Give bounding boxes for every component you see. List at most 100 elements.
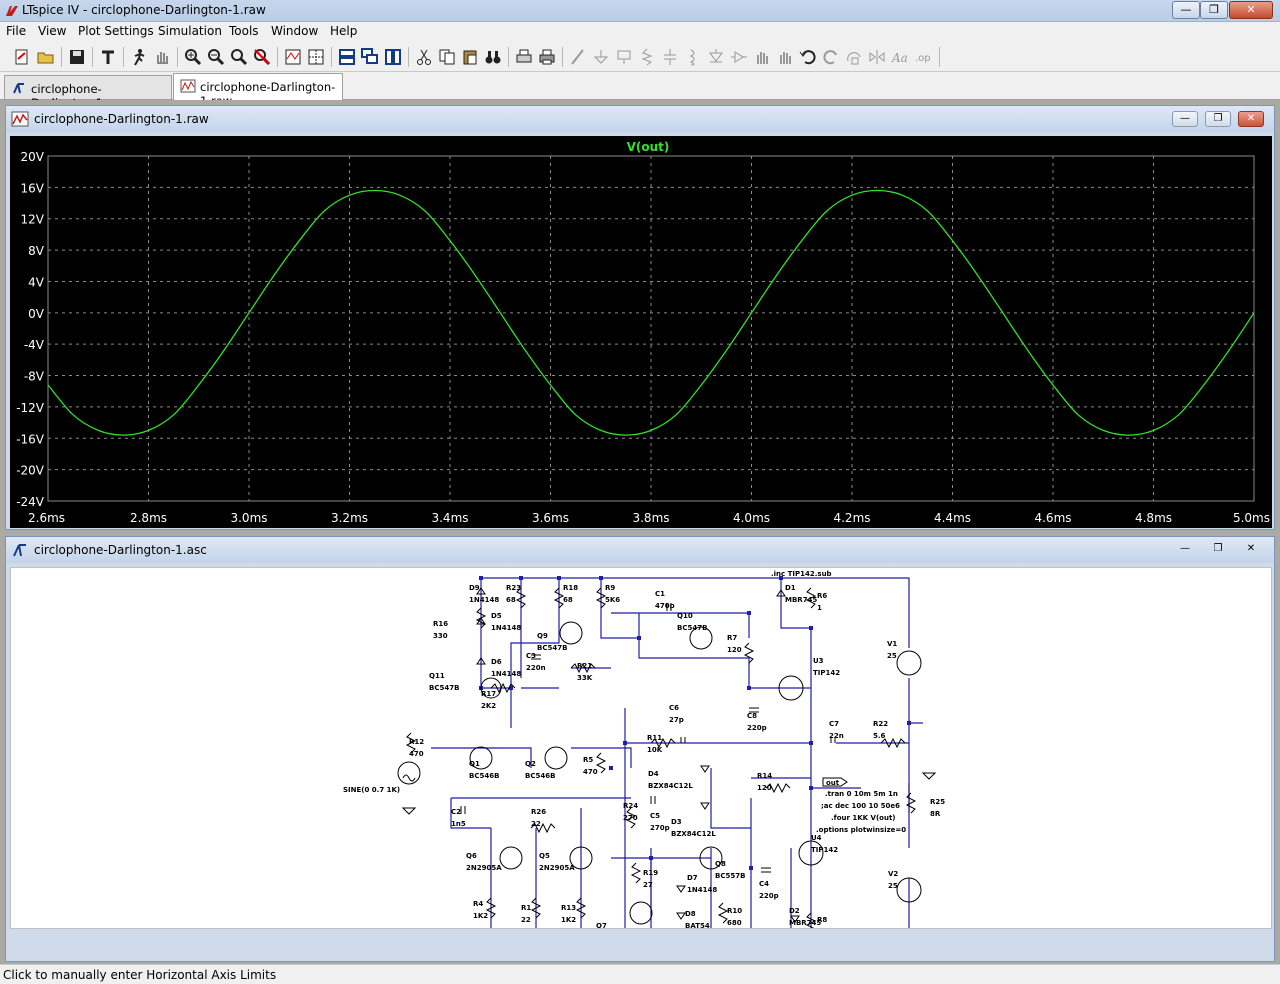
component-d7[interactable]: D7 1N4148 [687,874,717,894]
component-c2[interactable]: C2 1n5 [451,808,466,828]
find-icon[interactable] [483,47,503,67]
component-q10[interactable]: Q10 BC547B [677,612,707,632]
y-tick-label[interactable]: -20V [16,464,45,478]
component-c1[interactable]: C1 470p [655,590,675,610]
tile-vertical-icon[interactable] [383,47,403,67]
component-c4[interactable]: C4 220p [759,880,779,900]
y-tick-label[interactable]: -12V [16,401,45,415]
drag-icon[interactable] [775,47,795,67]
component-d8[interactable]: D8 BAT54 [685,910,710,929]
schematic-close-button[interactable]: ✕ [1238,542,1264,558]
zoom-in-icon[interactable] [183,47,203,67]
waveform-minimize-button[interactable]: — [1172,111,1198,127]
v3-source-value[interactable]: SINE(0 0.7 1K) [343,786,400,794]
component-r14[interactable]: R14 120 [757,772,772,792]
inductor-icon[interactable] [683,47,703,67]
component-d6[interactable]: D6 1N4148 [491,658,521,678]
wire-icon[interactable] [568,47,588,67]
menu-tools[interactable]: Tools [229,24,259,38]
mirror-icon[interactable] [867,47,887,67]
run-icon[interactable] [129,47,149,67]
x-tick-label[interactable]: 3.8ms [632,511,669,525]
waveform-maximize-button[interactable]: ❐ [1205,111,1231,127]
component-v2[interactable]: V2 25 [888,870,898,890]
label-net-icon[interactable] [614,47,634,67]
y-tick-label[interactable]: 0V [28,307,45,321]
new-schematic-icon[interactable] [12,47,32,67]
y-axis-ticks[interactable]: 20V 16V 12V 8V 4V 0V -4V -8V -12V -16V -20V -24V [16,150,45,509]
component-c7[interactable]: C7 22n [829,720,844,740]
zoom-fit-icon[interactable] [229,47,249,67]
y-tick-label[interactable]: 8V [28,244,45,258]
waveform-plot-area[interactable]: 20V 16V 12V 8V 4V 0V -4V -8V -12V -16V -20V -24V 2.… [10,136,1272,528]
x-tick-label[interactable]: 3.0ms [230,511,267,525]
waveform-chart[interactable]: 20V 16V 12V 8V 4V 0V -4V -8V -12V -16V -20V -24V 2.… [10,136,1272,528]
menu-view[interactable]: View [38,24,66,38]
tab-schematic[interactable]: circlophone-Darlington-1.asc [4,75,172,110]
component-c3[interactable]: C3 220n [526,652,546,672]
cascade-icon[interactable] [360,47,380,67]
tile-horizontal-icon[interactable] [337,47,357,67]
component-d1[interactable]: D1 MBR745 [785,584,817,604]
directive-ac[interactable]: ;ac dec 100 10 50e6 [821,802,900,810]
component-r17[interactable]: R17 2K2 [481,690,496,710]
maximize-button[interactable]: ❐ [1200,1,1228,19]
x-tick-label[interactable]: 4.0ms [733,511,770,525]
schematic-minimize-button[interactable]: — [1172,542,1198,558]
menu-simulation[interactable]: Simulation [158,24,222,38]
net-label-out[interactable]: out [822,777,848,787]
y-tick-label[interactable]: 4V [28,275,45,289]
component-q5[interactable]: Q5 2N2905A [539,852,575,872]
open-icon[interactable] [36,47,56,67]
x-tick-label[interactable]: 5.0ms [1233,511,1270,525]
component-r22[interactable]: R22 5.6 [873,720,888,740]
y-tick-label[interactable]: -16V [16,432,45,446]
component-q9[interactable]: Q9 BC547B [537,632,567,652]
component-r8[interactable]: R8 0.47 [817,916,834,929]
component-u3[interactable]: U3 TIP142 [813,657,840,677]
x-tick-label[interactable]: 4.4ms [934,511,971,525]
x-tick-label[interactable]: 2.8ms [130,511,167,525]
autorange-icon[interactable] [283,47,303,67]
component-r1[interactable]: R1 22 [521,904,531,924]
tab-waveform[interactable]: circlophone-Darlington-1.raw [173,73,343,108]
pan-icon[interactable] [152,47,172,67]
zoom-cancel-icon[interactable] [252,47,272,67]
component-r6[interactable]: R6 1 [817,592,827,612]
component-c6[interactable]: C6 27p [669,704,684,724]
component-q6[interactable]: Q6 2N2905A [466,852,502,872]
component-c5[interactable]: C5 270p [650,812,670,832]
menu-file[interactable]: File [6,24,26,38]
diode-icon[interactable] [706,47,726,67]
y-tick-label[interactable]: -4V [24,338,45,352]
print-icon[interactable] [537,47,557,67]
text-icon[interactable]: Aa [890,47,910,67]
paste-icon[interactable] [460,47,480,67]
component-d4[interactable]: D4 BZX84C12L [648,770,693,790]
x-tick-label[interactable]: 4.2ms [833,511,870,525]
y-tick-label[interactable]: 12V [21,213,45,227]
x-tick-label[interactable]: 4.8ms [1135,511,1172,525]
x-tick-label[interactable]: 3.4ms [431,511,468,525]
minimize-button[interactable]: — [1172,1,1200,19]
y-tick-label[interactable]: 16V [21,181,45,195]
schematic-maximize-button[interactable]: ❐ [1205,542,1231,558]
resistor-icon[interactable] [637,47,657,67]
ground-icon[interactable] [591,47,611,67]
component-r12[interactable]: R12 470 [409,738,424,758]
component-r16[interactable]: R16 330 [433,620,448,640]
component-r18[interactable]: R18 68 [563,584,578,604]
component-v1[interactable]: V1 25 [887,640,897,660]
directive-options[interactable]: .options plotwinsize=0 [816,826,906,834]
y-tick-label[interactable]: 20V [21,150,45,164]
rotate-icon[interactable] [844,47,864,67]
control-panel-icon[interactable] [98,47,118,67]
capacitor-icon[interactable] [660,47,680,67]
grid-icon[interactable] [306,47,326,67]
zoom-out-icon[interactable] [206,47,226,67]
schematic-drawing[interactable]: D91N4148D51N4148D61N4148R16330R2368C3220… [11,568,1272,929]
menu-help[interactable]: Help [330,24,357,38]
x-tick-label[interactable]: 2.6ms [28,511,65,525]
component-q8[interactable]: Q8 BC557B [715,860,745,880]
component-r13[interactable]: R13 1K2 [561,904,576,924]
